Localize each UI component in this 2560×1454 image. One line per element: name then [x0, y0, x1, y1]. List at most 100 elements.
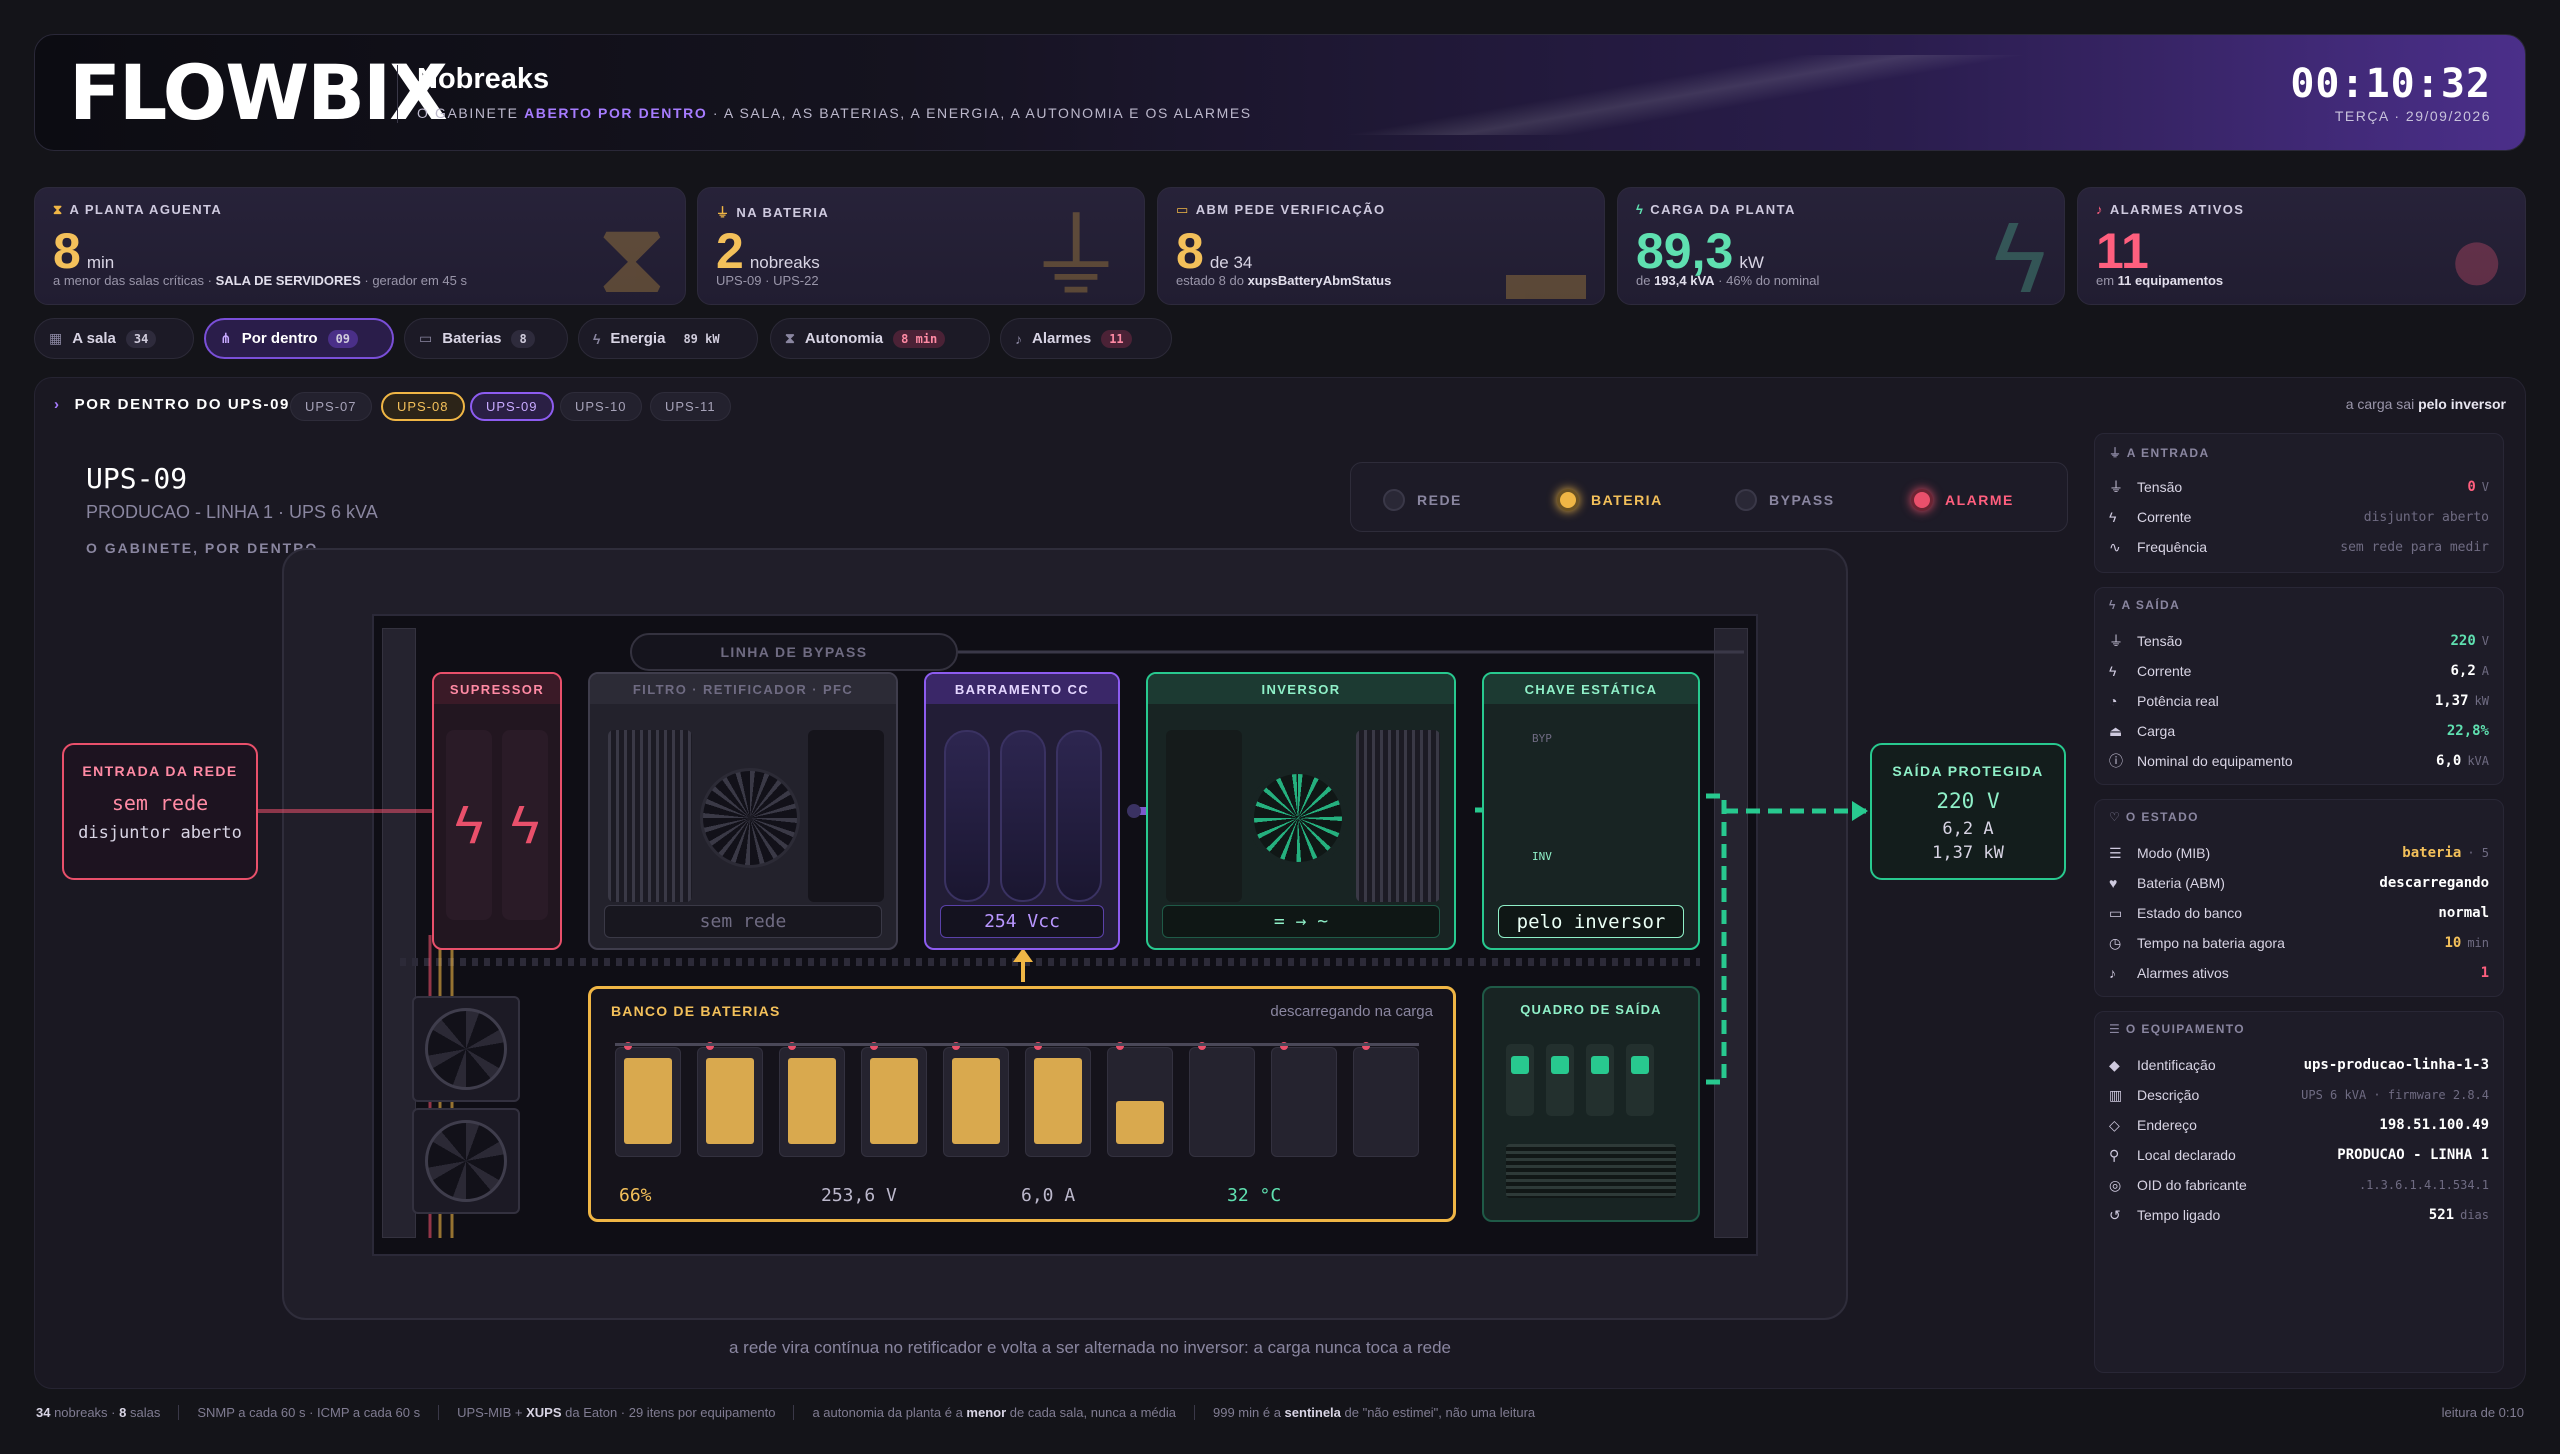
battery-cell-fill: [952, 1058, 1000, 1144]
ups-name: UPS-09: [86, 462, 188, 495]
clock-icon: ◷: [2109, 934, 2122, 951]
battery-cell-fill: [1034, 1058, 1082, 1144]
battery-cell-fill: [788, 1058, 836, 1144]
fan-icon: [425, 1120, 507, 1202]
page-title: Nobreaks: [417, 63, 550, 95]
rack-rail-left: [382, 628, 416, 1238]
status-footer: 34 nobreaks · 8 salas SNMP a cada 60 s ·…: [36, 1401, 2524, 1423]
row-estado-modo: ☰ Modo (MIB) bateria · 5: [2109, 844, 2489, 862]
bolt-icon: ϟ: [2109, 509, 2117, 525]
chip-ups-09[interactable]: UPS-09: [470, 392, 554, 421]
capacitor: [944, 730, 990, 902]
row-estado-bateria: ♥ Bateria (ABM) descarregando: [2109, 875, 2489, 891]
rectifier-display: sem rede: [604, 905, 882, 938]
list-icon: ☰: [2109, 1022, 2126, 1036]
bell-icon: ♪: [2096, 202, 2104, 217]
battery-icon: ▬: [1506, 227, 1586, 305]
kpi-card-autonomia[interactable]: ⧗ A PLANTA AGUENTA 8 min a menor das salas…: [34, 187, 686, 305]
bank-charge: 66%: [619, 1185, 652, 1206]
footer-mib: UPS-MIB + XUPS da Eaton · 29 itens por e…: [457, 1404, 795, 1420]
legend-bypass: BYPASS: [1735, 489, 1835, 511]
chip-ups-10[interactable]: UPS-10: [560, 392, 642, 421]
grid-input-box[interactable]: ENTRADA DA REDE sem rede disjuntor abert…: [62, 743, 258, 880]
lightning-icon: ϟ: [502, 730, 548, 920]
tab-energia[interactable]: ϟ Energia 89 kW: [578, 318, 758, 359]
app-header: FLOWBIX Nobreaks O GABINETE ABERTO POR D…: [34, 34, 2526, 151]
plug-icon: ⏚: [1026, 202, 1126, 305]
bolt-icon: ϟ: [2109, 663, 2117, 679]
clock: 00:10:32: [2290, 61, 2491, 107]
battery-cell-fill: [706, 1058, 754, 1144]
tab-a-sala[interactable]: ▦ A sala 34: [34, 318, 194, 359]
row-equip-local: ⚲ Local declarado PRODUCAO - LINHA 1: [2109, 1146, 2489, 1164]
kpi-card-abm[interactable]: ▭ ABM PEDE VERIFICAÇÃO 8 de 34 estado 8 do…: [1157, 187, 1605, 305]
ups-description: PRODUCAO - LINHA 1 · UPS 6 kVA: [86, 502, 378, 522]
bell-icon: ♪: [2109, 965, 2116, 981]
heart-icon: ♡: [2109, 810, 2126, 824]
battery-icon: ▭: [1176, 202, 1190, 217]
row-entrada-frequencia: ∿ Frequência sem rede para medir: [2109, 538, 2489, 556]
tab-baterias[interactable]: ▭ Baterias 8: [404, 318, 568, 359]
module-quadro-saida[interactable]: QUADRO DE SAÍDA: [1482, 986, 1700, 1222]
battery-cell: [943, 1042, 1009, 1157]
breaker[interactable]: [1626, 1044, 1654, 1116]
battery-bank[interactable]: BANCO DE BATERIAS descarregando na carga…: [588, 986, 1456, 1222]
tab-por-dentro[interactable]: ⋔ Por dentro 09: [204, 318, 394, 359]
plug-icon: ⏚: [2109, 479, 2123, 495]
chip-ups-08[interactable]: UPS-08: [381, 392, 465, 421]
module-supressor[interactable]: SUPRESSOR ϟ ϟ: [432, 672, 562, 950]
list-icon: ☰: [2109, 844, 2122, 861]
module-chave-estatica[interactable]: CHAVE ESTÁTICA BYP INV pelo inversor: [1482, 672, 1700, 950]
kpi-card-alarmes[interactable]: ♪ ALARMES ATIVOS 11 em 11 equipamentos ●: [2077, 187, 2526, 305]
bell-icon: ●: [2446, 202, 2507, 305]
gauge-icon: ◔: [2109, 693, 2118, 709]
battery-cell-fill: [624, 1058, 672, 1144]
capacitor-bank: [808, 730, 884, 902]
module-barramento-cc[interactable]: BARRAMENTO CC 254 Vcc: [924, 672, 1120, 950]
battery-cell: [1189, 1042, 1255, 1157]
page-subtitle: O GABINETE ABERTO POR DENTRO · A SALA, A…: [417, 105, 1252, 121]
footer-autonomy-note: a autonomia da planta é a menor de cada …: [812, 1404, 1195, 1420]
row-equip-oid: ◎ OID do fabricante .1.3.6.1.4.1.534.1: [2109, 1176, 2489, 1194]
module-retificador[interactable]: FILTRO · RETIFICADOR · PFC sem rede: [588, 672, 898, 950]
kpi-card-carga[interactable]: ϟ CARGA DA PLANTA 89,3 kW de 193,4 kVA · 4…: [1617, 187, 2065, 305]
dc-bus-display: 254 Vcc: [940, 905, 1104, 938]
battery-cell-fill: [1116, 1101, 1164, 1144]
fan-icon: [700, 768, 800, 868]
protected-output-box[interactable]: SAÍDA PROTEGIDA 220 V 6,2 A 1,37 kW: [1870, 743, 2066, 880]
fan-icon: [1248, 768, 1348, 868]
header-decoration: [1335, 55, 2035, 135]
lightning-icon: ϟ: [446, 730, 492, 920]
tag-icon: ◆: [2109, 1056, 2120, 1073]
breaker[interactable]: [1546, 1044, 1574, 1116]
section-equipamento: ☰ O EQUIPAMENTO ◆ Identificação ups-produc…: [2094, 1011, 2504, 1373]
row-estado-tempo: ◷ Tempo na bateria agora 10 min: [2109, 934, 2489, 952]
inverter-display: = → ~: [1162, 905, 1440, 938]
row-saida-potencia: ◔ Potência real 1,37 kW: [2109, 693, 2489, 709]
footer-reading: leitura de 0:10: [2441, 1404, 2524, 1420]
history-icon: ↺: [2109, 1206, 2121, 1223]
heatsink: [1356, 730, 1440, 902]
tab-alarmes[interactable]: ♪ Alarmes 11: [1000, 318, 1172, 359]
battery-cell: [697, 1042, 763, 1157]
kpi-card-na-bateria[interactable]: ⏚ NA BATERIA 2 nobreaks UPS-09 · UPS-22 ⏚: [697, 187, 1145, 305]
diagram-caption: a rede vira contínua no retificador e vo…: [729, 1338, 1451, 1357]
fingerprint-icon: ◎: [2109, 1176, 2122, 1193]
breaker[interactable]: [1586, 1044, 1614, 1116]
row-entrada-tensao: ⏚ Tensão 0 V: [2109, 479, 2489, 495]
hourglass-icon: ⧗: [785, 330, 795, 346]
breaker[interactable]: [1506, 1044, 1534, 1116]
panel-title: › POR DENTRO DO UPS-09: [54, 396, 290, 413]
row-saida-carga: ⏏ Carga 22,8%: [2109, 722, 2489, 740]
heatsink: [608, 730, 692, 902]
chip-ups-07[interactable]: UPS-07: [290, 392, 372, 421]
legend-rede: REDE: [1383, 489, 1462, 511]
flowbix-logo[interactable]: FLOWBIX: [69, 55, 448, 131]
state-legend: REDE BATERIA BYPASS ALARME: [1350, 462, 2068, 532]
capacitor-bank: [1166, 730, 1242, 902]
tab-autonomia[interactable]: ⧗ Autonomia 8 min: [770, 318, 990, 359]
building-icon: ▦: [49, 330, 63, 346]
module-inversor[interactable]: INVERSOR = → ~: [1146, 672, 1456, 950]
battery-cell: [861, 1042, 927, 1157]
chip-ups-11[interactable]: UPS-11: [650, 392, 731, 421]
